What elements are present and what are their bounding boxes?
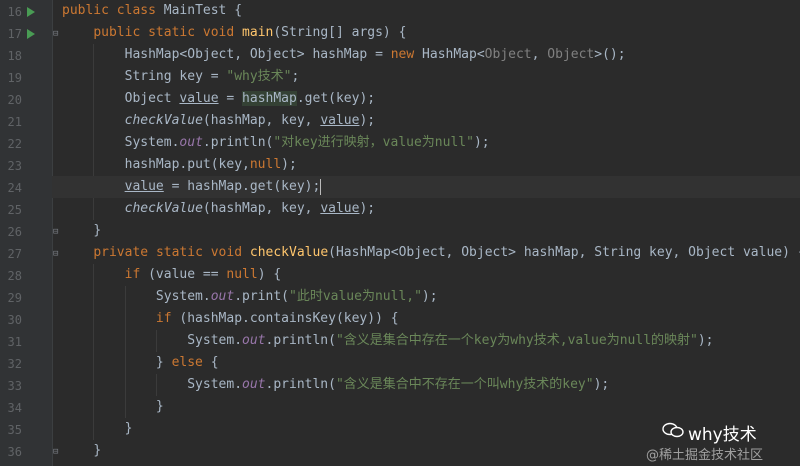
line-number: 19 — [7, 71, 22, 85]
line-number: 17 — [7, 27, 22, 41]
code-line-21: checkValue(hashMap, key, value); — [124, 113, 376, 128]
code-line-25: checkValue(hashMap, key, value); — [124, 201, 376, 216]
editor-gutter: 16 17 18 19 20 21 22 23 24 25 26 27 28 2… — [0, 0, 58, 466]
line-number: 25 — [7, 203, 22, 217]
line-number: 31 — [7, 335, 22, 349]
line-number: 22 — [7, 137, 22, 151]
code-line-32: } else { — [155, 355, 219, 370]
run-main-icon[interactable] — [27, 29, 35, 39]
line-number: 18 — [7, 49, 22, 63]
line-number: 16 — [7, 5, 22, 19]
line-number: 29 — [7, 291, 22, 305]
watermark-brand: why技术 — [688, 425, 757, 445]
wechat-icon — [662, 422, 684, 438]
code-line-16: public class MainTest { — [62, 3, 243, 18]
watermark: why技术 @稀土掘金技术社区 — [628, 420, 788, 463]
line-number: 36 — [7, 445, 22, 459]
text-caret — [320, 178, 322, 195]
code-line-34: } — [155, 399, 164, 414]
code-line-28: if (value == null) { — [124, 267, 282, 282]
line-number: 33 — [7, 379, 22, 393]
code-line-29: System.out.print("此时value为null,"); — [155, 289, 438, 304]
line-number: 24 — [7, 181, 22, 195]
code-line-20: Object value = hashMap.get(key); — [124, 91, 376, 106]
code-editor[interactable]: public class MainTest { public static vo… — [52, 0, 800, 466]
line-number: 23 — [7, 159, 22, 173]
code-line-17: public static void main(String[] args) { — [93, 25, 407, 40]
line-number: 34 — [7, 401, 22, 415]
code-line-24: value = hashMap.get(key); — [52, 176, 800, 198]
line-number: 28 — [7, 269, 22, 283]
code-line-18: HashMap<Object, Object> hashMap = new Ha… — [124, 47, 626, 62]
watermark-source: @稀土掘金技术社区 — [646, 448, 764, 463]
line-number: 21 — [7, 115, 22, 129]
code-line-26: } — [93, 223, 102, 238]
code-line-31: System.out.println("含义是集合中存在一个key为why技术,… — [187, 333, 714, 348]
run-class-icon[interactable] — [27, 7, 35, 17]
code-line-33: System.out.println("含义是集合中不存在一个叫why技术的ke… — [187, 377, 610, 392]
line-number: 32 — [7, 357, 22, 371]
line-number: 30 — [7, 313, 22, 327]
code-line-27: private static void checkValue(HashMap<O… — [93, 245, 800, 260]
line-number: 27 — [7, 247, 22, 261]
line-number: 20 — [7, 93, 22, 107]
line-number: 35 — [7, 423, 22, 437]
code-line-30: if (hashMap.containsKey(key)) { — [155, 311, 399, 326]
line-number: 26 — [7, 225, 22, 239]
code-line-23: hashMap.put(key,null); — [124, 157, 297, 172]
code-line-22: System.out.println("对key进行映射，value为null"… — [124, 135, 490, 150]
code-line-19: String key = "why技术"; — [124, 69, 300, 84]
